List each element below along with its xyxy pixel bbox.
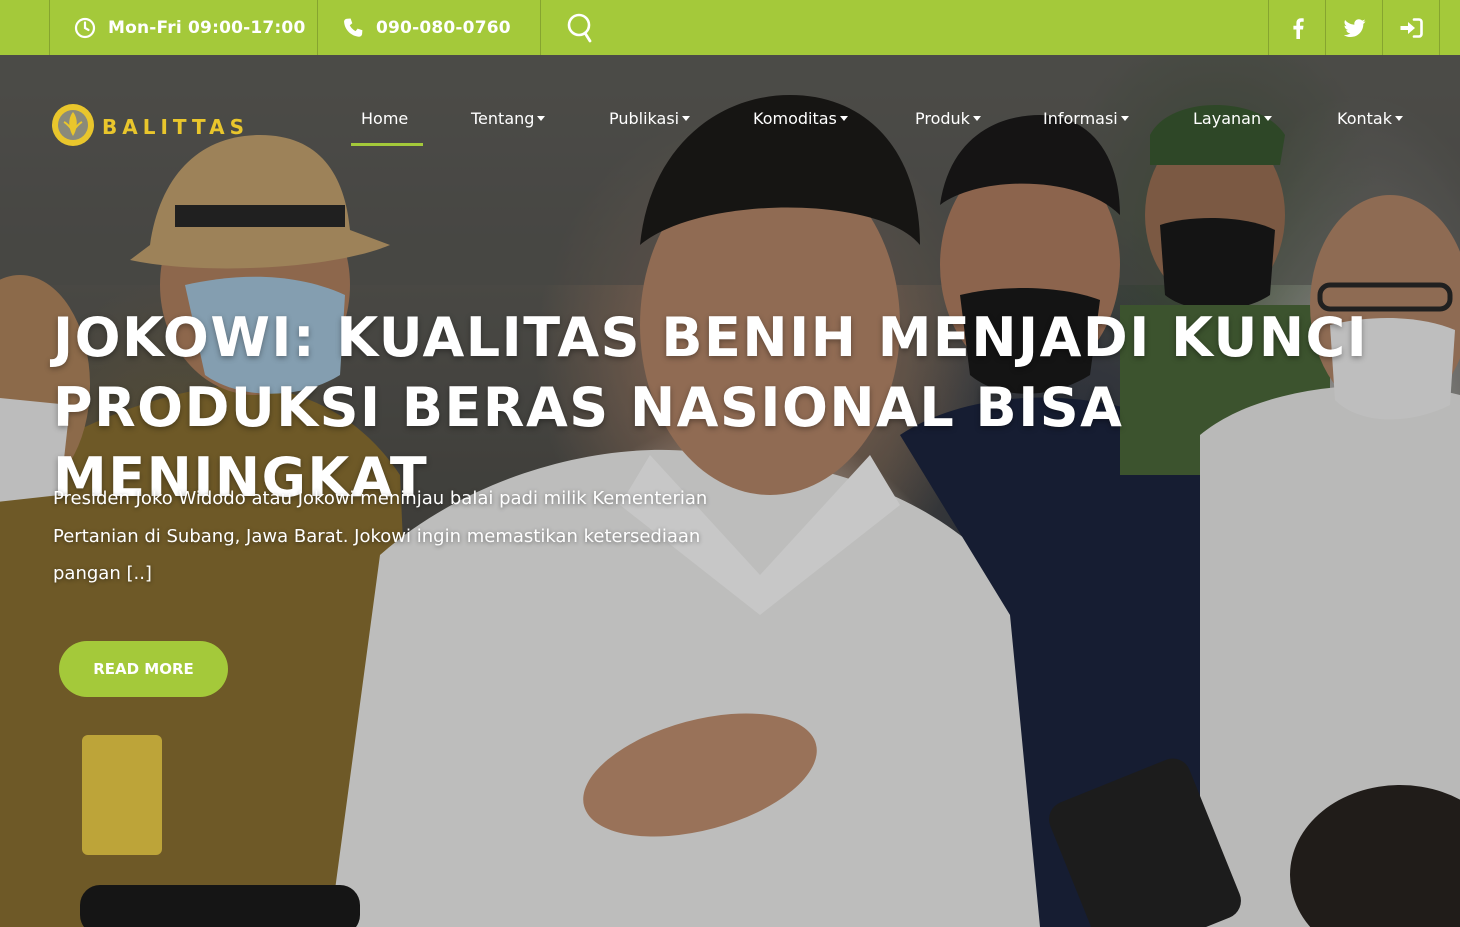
nav-home-label: Home [361,109,409,128]
chevron-down-icon [1394,116,1403,121]
nav-informasi-label: Informasi [1043,109,1118,128]
twitter-link[interactable] [1325,0,1383,55]
twitter-icon [1343,18,1366,37]
chevron-down-icon [1120,116,1129,121]
nav-publikasi-label: Publikasi [609,109,680,128]
nav-kontak-label: Kontak [1337,109,1392,128]
nav-home[interactable]: Home [361,109,408,128]
nav-tentang[interactable]: Tentang [471,109,546,128]
phone-number[interactable]: 090-080-0760 [317,0,541,55]
chevron-down-icon [839,116,848,121]
nav-informasi[interactable]: Informasi [1043,109,1129,128]
hero-excerpt: Presiden Joko Widodo atau Jokowi meninja… [53,480,773,593]
nav-publikasi[interactable]: Publikasi [609,109,691,128]
hours-text: Mon-Fri 09:00-17:00 [108,17,306,38]
logo-text: BALITTAS [102,115,249,139]
login-link[interactable] [1382,0,1440,55]
nav-kontak[interactable]: Kontak [1337,109,1403,128]
phone-text: 090-080-0760 [376,17,511,38]
chevron-down-icon [972,116,981,121]
nav-layanan[interactable]: Layanan [1193,109,1273,128]
top-bar: Mon-Fri 09:00-17:00 090-080-0760 [0,0,1460,55]
clock-icon [74,17,96,39]
nav-layanan-label: Layanan [1193,109,1262,128]
chevron-down-icon [537,116,546,121]
nav-produk[interactable]: Produk [915,109,981,128]
hero-slider: BALITTAS Home Tentang Publikasi Komodita… [0,55,1460,927]
nav-komoditas-label: Komoditas [753,109,837,128]
facebook-icon [1292,17,1304,39]
facebook-link[interactable] [1268,0,1326,55]
search-icon [566,12,594,44]
sign-in-icon [1399,17,1423,38]
business-hours: Mon-Fri 09:00-17:00 [49,0,318,55]
excerpt-line-1: Presiden Joko Widodo atau Jokowi meninja… [53,488,708,509]
excerpt-line-3: pangan [..] [53,563,152,584]
search-button[interactable] [540,0,618,55]
read-more-label: READ MORE [93,660,194,678]
headline-line-1: JOKOWI: KUALITAS BENIH MENJADI KUNCI [53,306,1369,369]
excerpt-line-2: Pertanian di Subang, Jawa Barat. Jokowi … [53,525,701,547]
chevron-down-icon [682,116,691,121]
nav-komoditas[interactable]: Komoditas [753,109,848,128]
site-logo[interactable]: BALITTAS [50,102,249,152]
read-more-button[interactable]: READ MORE [59,641,228,697]
phone-icon [342,17,364,39]
nav-active-indicator [351,143,423,146]
logo-emblem-icon [50,102,96,152]
nav-produk-label: Produk [915,109,970,128]
nav-tentang-label: Tentang [471,109,535,128]
chevron-down-icon [1264,116,1273,121]
